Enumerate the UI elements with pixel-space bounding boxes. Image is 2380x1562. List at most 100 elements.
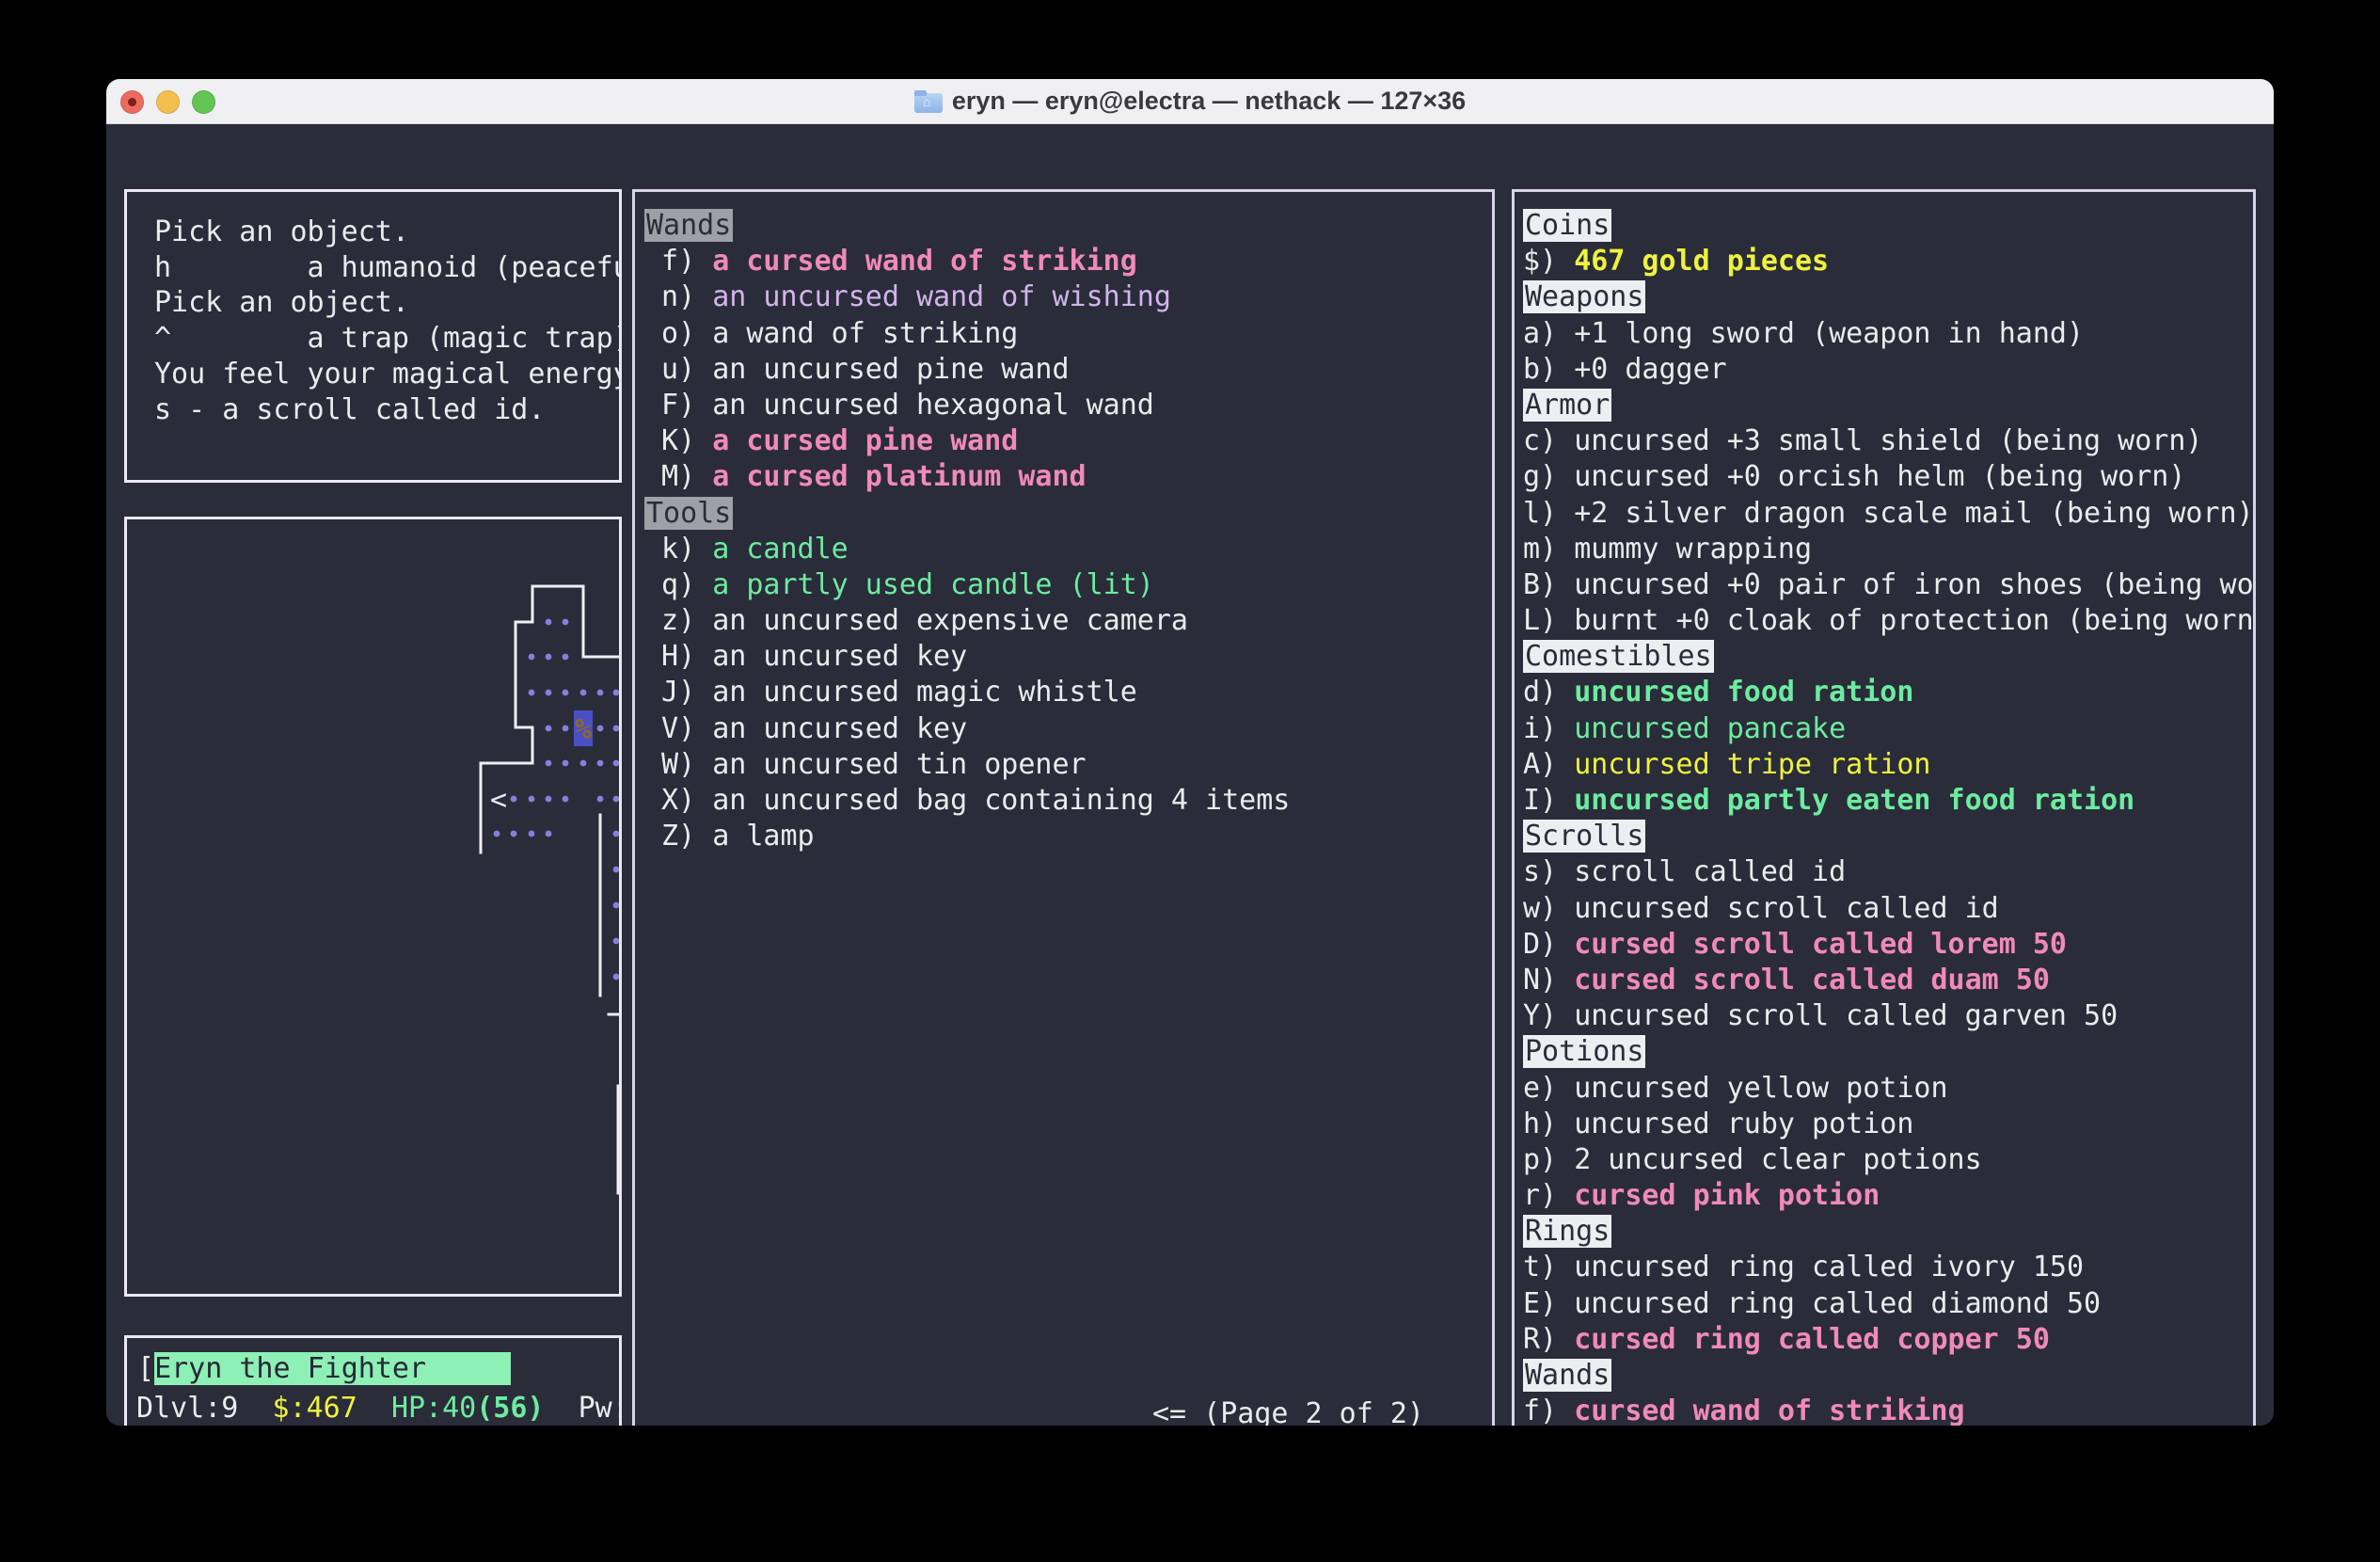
floor-dot xyxy=(613,760,619,767)
floor-dot xyxy=(613,725,619,732)
menu-item-z: z) an uncursed expensive camera xyxy=(644,603,1290,639)
inventory-menu-full: Coins$) 467 gold piecesWeaponsa) +1 long… xyxy=(1512,189,2256,1426)
floor-dot xyxy=(546,619,552,626)
menu-item-A: A) uncursed tripe ration xyxy=(1523,747,2254,783)
floor-dot xyxy=(546,760,552,767)
titlebar[interactable]: ⌂ eryn — eryn@electra — nethack — 127×36 xyxy=(106,79,2274,124)
floor-dot xyxy=(529,796,535,803)
floor-dot xyxy=(613,831,619,837)
floor-dot xyxy=(563,796,569,803)
menu-header: Armor xyxy=(1523,388,2254,423)
menu-header: Potions xyxy=(1523,1034,2254,1070)
floor-dot xyxy=(546,654,552,661)
floor-dot xyxy=(546,796,552,803)
floor-dot xyxy=(613,938,619,945)
menu-item-o: o) a wand of striking xyxy=(644,316,1290,352)
inventory-menu-page2: Wands f) a cursed wand of striking n) an… xyxy=(632,189,1495,1426)
menu-header: Rings xyxy=(1523,1214,2254,1250)
menu-item-E: E) uncursed ring called diamond 50 xyxy=(1523,1286,2254,1322)
menu-item-V: V) an uncursed key xyxy=(644,711,1290,747)
floor-dot xyxy=(546,725,552,732)
menu-item-q: q) a partly used candle (lit) xyxy=(644,567,1290,603)
close-button[interactable] xyxy=(120,90,144,114)
menu-item-N: N) cursed scroll called duam 50 xyxy=(1523,963,2254,998)
menu-item-H: H) an uncursed key xyxy=(644,639,1290,675)
menu-item-W: W) an uncursed tin opener xyxy=(644,747,1290,783)
inventory-full-rows: Coins$) 467 gold piecesWeaponsa) +1 long… xyxy=(1523,208,2254,1426)
menu-item-u: u) an uncursed pine wand xyxy=(644,352,1290,388)
menu-item-I: I) uncursed partly eaten food ration xyxy=(1523,783,2254,819)
item-glyph: % xyxy=(575,713,592,746)
menu-item-h: h) uncursed ruby potion xyxy=(1523,1107,2254,1142)
menu-item-t: t) uncursed ring called ivory 150 xyxy=(1523,1250,2254,1285)
menu-item-Y: Y) uncursed scroll called garven 50 xyxy=(1523,998,2254,1034)
floor-dot xyxy=(613,974,619,980)
menu-header: Scrolls xyxy=(1523,819,2254,854)
floor-dot xyxy=(511,796,517,803)
status-line-1: [Eryn the Fighter xyxy=(137,1351,511,1387)
menu-header: Wands xyxy=(644,208,1290,244)
stairs-up-glyph: < xyxy=(490,784,507,817)
floor-dot xyxy=(494,831,500,837)
folder-icon: ⌂ xyxy=(914,90,943,113)
floor-dot xyxy=(563,725,569,732)
floor-dot xyxy=(597,690,604,696)
floor-dot xyxy=(511,831,517,837)
floor-dot xyxy=(529,831,535,837)
menu-item-k: k) a candle xyxy=(644,532,1290,567)
hero-title-highlight: Eryn the Fighter xyxy=(154,1352,511,1385)
floor-dot xyxy=(563,690,569,696)
menu-item-R: R) cursed ring called copper 50 xyxy=(1523,1322,2254,1358)
menu-item-p: p) 2 uncursed clear potions xyxy=(1523,1142,2254,1178)
floor-dot xyxy=(529,690,535,696)
floor-dot xyxy=(613,690,619,696)
floor-dot xyxy=(597,725,604,732)
status-bracket: [ xyxy=(137,1352,154,1385)
menu-item-w: w) uncursed scroll called id xyxy=(1523,891,2254,927)
traffic-lights xyxy=(120,79,215,124)
menu-item-D: D) cursed scroll called lorem 50 xyxy=(1523,927,2254,963)
menu-item-i: i) uncursed pancake xyxy=(1523,711,2254,747)
message-window: Pick an object. h a humanoid (peaceful P… xyxy=(124,189,622,483)
menu-header: Tools xyxy=(644,496,1290,532)
menu-item-m: m) mummy wrapping xyxy=(1523,532,2254,567)
menu-item-l: l) +2 silver dragon scale mail (being wo… xyxy=(1523,496,2254,532)
menu-item-J: J) an uncursed magic whistle xyxy=(644,675,1290,710)
menu-item-r: r) cursed pink potion xyxy=(1523,1178,2254,1214)
floor-dot xyxy=(529,654,535,661)
menu-item-b: b) +0 dagger xyxy=(1523,352,2254,388)
floor-dot xyxy=(546,831,552,837)
floor-dot xyxy=(563,760,569,767)
menu-item-s: s) scroll called id xyxy=(1523,854,2254,890)
floor-dot xyxy=(563,619,569,626)
floor-dot xyxy=(597,760,604,767)
status-window: [Eryn the Fighter Dlvl:9 $:467 HP:40(56)… xyxy=(124,1335,622,1426)
menu-item-n: n) an uncursed wand of wishing xyxy=(644,279,1290,315)
menu-item-B: B) uncursed +0 pair of iron shoes (being… xyxy=(1523,567,2254,603)
menu-item-g: g) uncursed +0 orcish helm (being worn) xyxy=(1523,459,2254,495)
zoom-button[interactable] xyxy=(192,90,215,114)
menu-header: Weapons xyxy=(1523,279,2254,315)
terminal-window[interactable]: ⌂ eryn — eryn@electra — nethack — 127×36… xyxy=(106,79,2274,1426)
menu-header: Comestibles xyxy=(1523,639,2254,675)
terminal-screen[interactable]: Pick an object. h a humanoid (peaceful P… xyxy=(106,124,2274,1426)
menu-item-$: $) 467 gold pieces xyxy=(1523,244,2254,279)
menu-item-L: L) burnt +0 cloak of protection (being w… xyxy=(1523,603,2254,639)
menu-item-K: K) a cursed pine wand xyxy=(644,423,1290,459)
floor-dot xyxy=(613,796,619,803)
menu-item-F: F) an uncursed hexagonal wand xyxy=(644,388,1290,423)
menu-item-M: M) a cursed platinum wand xyxy=(644,459,1290,495)
floor-dot xyxy=(546,690,552,696)
menu-item-f: f) cursed wand of striking xyxy=(1523,1394,2254,1426)
menu-item-f: f) a cursed wand of striking xyxy=(644,244,1290,279)
minimize-button[interactable] xyxy=(156,90,180,114)
menu-item-d: d) uncursed food ration xyxy=(1523,675,2254,710)
floor-dot xyxy=(597,796,604,803)
inventory-page2-rows: Wands f) a cursed wand of striking n) an… xyxy=(644,208,1290,854)
floor-dot xyxy=(580,690,587,696)
menu-item-c: c) uncursed +3 small shield (being worn) xyxy=(1523,423,2254,459)
menu-item-X: X) an uncursed bag containing 4 items xyxy=(644,783,1290,819)
status-line-2: Dlvl:9 $:467 HP:40(56) Pw: xyxy=(136,1391,622,1426)
dungeon-map: %< xyxy=(127,519,619,1294)
menu-item-a: a) +1 long sword (weapon in hand) xyxy=(1523,316,2254,352)
